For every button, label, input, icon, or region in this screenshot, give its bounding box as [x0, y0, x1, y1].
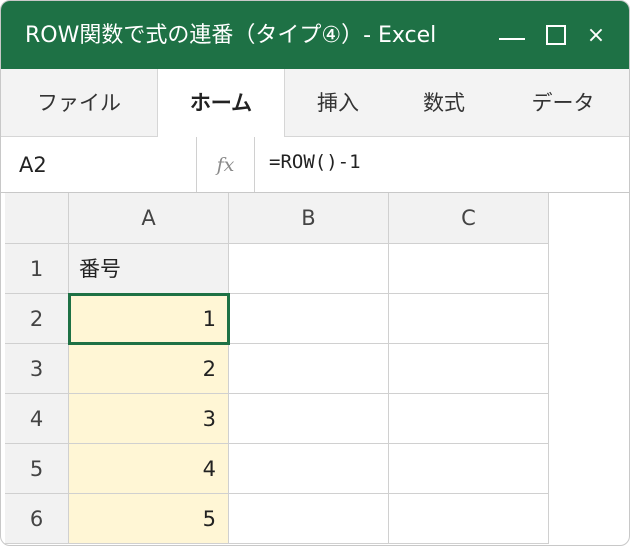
cell-b2[interactable]	[229, 294, 389, 344]
cell-c5[interactable]	[389, 444, 549, 494]
row-header-6[interactable]: 6	[5, 494, 69, 544]
maximize-button[interactable]	[541, 1, 575, 69]
cell-b5[interactable]	[229, 444, 389, 494]
cell-b6[interactable]	[229, 494, 389, 544]
row-header-1[interactable]: 1	[5, 244, 69, 294]
formula-input[interactable]: =ROW()-1	[269, 137, 361, 192]
formula-bar: A2 fx =ROW()-1	[1, 137, 629, 193]
row-header-3[interactable]: 3	[5, 344, 69, 394]
cell-a2[interactable]: 1	[69, 294, 229, 344]
tab-data[interactable]: データ	[497, 69, 629, 137]
tab-home[interactable]: ホーム	[157, 69, 285, 138]
cell-a1[interactable]: 番号	[69, 244, 229, 294]
ribbon-tabs: ファイル ホーム 挿入 数式 データ	[1, 69, 629, 138]
column-header-a[interactable]: A	[69, 193, 229, 244]
minimize-button[interactable]	[495, 1, 529, 69]
cell-b4[interactable]	[229, 394, 389, 444]
cell-a3[interactable]: 2	[69, 344, 229, 394]
cell-a6[interactable]: 5	[69, 494, 229, 544]
row-header-2[interactable]: 2	[5, 294, 69, 344]
window-title: ROW関数で式の連番（タイプ④）- Excel	[25, 23, 437, 48]
cell-c4[interactable]	[389, 394, 549, 444]
row-header-4[interactable]: 4	[5, 394, 69, 444]
excel-window: ROW関数で式の連番（タイプ④）- Excel × ファイル ホーム 挿入 数式…	[0, 0, 630, 546]
maximize-icon	[546, 25, 566, 45]
cell-a5[interactable]: 4	[69, 444, 229, 494]
tab-insert[interactable]: 挿入	[285, 69, 391, 137]
select-all-corner[interactable]	[5, 193, 69, 244]
cell-c1[interactable]	[389, 244, 549, 294]
cell-c3[interactable]	[389, 344, 549, 394]
column-header-b[interactable]: B	[229, 193, 389, 244]
fx-icon[interactable]: fx	[197, 137, 255, 192]
close-button[interactable]: ×	[581, 1, 611, 69]
cell-c2[interactable]	[389, 294, 549, 344]
row-header-5[interactable]: 5	[5, 444, 69, 494]
column-header-c[interactable]: C	[389, 193, 549, 244]
cell-c6[interactable]	[389, 494, 549, 544]
cell-b1[interactable]	[229, 244, 389, 294]
cell-b3[interactable]	[229, 344, 389, 394]
tab-file[interactable]: ファイル	[1, 69, 157, 137]
tab-formulas[interactable]: 数式	[391, 69, 497, 137]
cell-a4[interactable]: 3	[69, 394, 229, 444]
minimize-icon	[499, 38, 525, 40]
close-icon: ×	[586, 23, 606, 48]
name-box[interactable]: A2	[1, 137, 197, 192]
title-bar: ROW関数で式の連番（タイプ④）- Excel ×	[1, 1, 629, 69]
